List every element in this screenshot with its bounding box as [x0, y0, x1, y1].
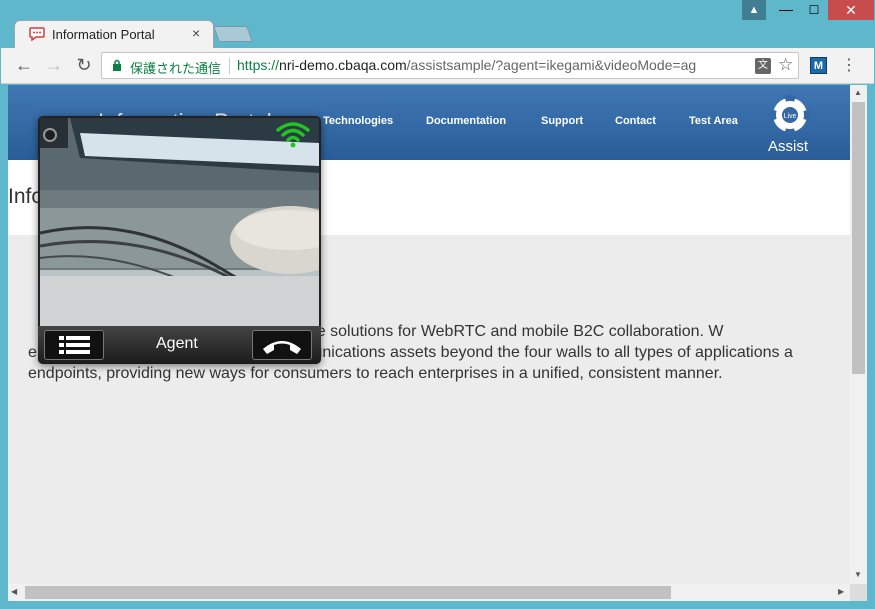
agent-video-widget[interactable]: Agent: [38, 116, 321, 364]
lock-icon: [113, 59, 121, 71]
url-host: nri-demo.cbaqa.com: [279, 57, 407, 73]
scroll-left-arrow-icon[interactable]: ◀: [11, 587, 17, 596]
scroll-up-arrow-icon[interactable]: ▲: [854, 88, 862, 97]
address-bar[interactable]: 保護された通信 https://nri-demo.cbaqa.com/assis…: [101, 52, 799, 79]
maximize-button[interactable]: ☐: [800, 0, 828, 20]
new-tab-button[interactable]: [213, 26, 253, 42]
agent-video-feed: [40, 118, 319, 326]
hangup-icon: [263, 341, 301, 354]
extension-icon[interactable]: M: [810, 57, 827, 74]
back-button[interactable]: ←: [13, 54, 35, 76]
browser-toolbar: ← → ↻ 保護された通信 https://nri-demo.cbaqa.com…: [1, 48, 874, 84]
nav-test-area[interactable]: Test Area: [689, 115, 738, 127]
scroll-right-arrow-icon[interactable]: ▶: [838, 587, 844, 596]
nav-technologies[interactable]: Technologies: [323, 115, 393, 127]
lifebuoy-icon[interactable]: Live: [770, 95, 810, 135]
reload-button[interactable]: ↻: [73, 54, 95, 76]
address-separator: [229, 58, 230, 74]
tab-close-icon[interactable]: ×: [192, 25, 200, 41]
nav-contact[interactable]: Contact: [615, 115, 656, 127]
browser-menu-icon[interactable]: ⋮: [841, 55, 857, 75]
horizontal-scroll-thumb[interactable]: [25, 586, 671, 599]
agent-label: Agent: [156, 335, 198, 352]
nav-documentation[interactable]: Documentation: [426, 115, 506, 127]
assist-label[interactable]: Assist: [768, 138, 808, 155]
scrollbar-corner: [850, 584, 867, 601]
vertical-scrollbar[interactable]: ▲ ▼: [850, 85, 867, 584]
agent-controls-bar: Agent: [38, 326, 321, 364]
tab-title: Information Portal: [52, 27, 155, 42]
vertical-scroll-thumb[interactable]: [852, 102, 865, 374]
translate-icon[interactable]: 文: [755, 58, 771, 74]
minimize-button[interactable]: —: [772, 0, 800, 20]
chat-bubble-icon: [29, 27, 45, 41]
assist-icon-text: Live: [784, 113, 797, 120]
horizontal-scrollbar[interactable]: ◀ ▶: [8, 584, 850, 601]
url-path: /assistsample/?agent=ikegami&videoMode=a…: [406, 57, 697, 73]
window-titlebar: Information Portal × ▲ — ☐ ✕: [0, 0, 875, 48]
user-profile-icon[interactable]: ▲: [742, 0, 766, 20]
menu-list-button[interactable]: [44, 330, 104, 360]
body-line-3: endpoints, providing new ways for consum…: [28, 365, 723, 382]
forward-button[interactable]: →: [43, 54, 65, 76]
url-scheme: https://: [237, 57, 280, 73]
tab-information-portal[interactable]: Information Portal ×: [14, 20, 214, 48]
secure-label: 保護された通信: [130, 61, 222, 76]
signal-strength-icon: [276, 122, 310, 148]
hangup-button[interactable]: [252, 330, 312, 360]
nav-support[interactable]: Support: [541, 115, 583, 127]
list-icon: [59, 336, 90, 354]
url-text[interactable]: https://nri-demo.cbaqa.com/assistsample/…: [237, 57, 749, 73]
bookmark-star-icon[interactable]: ☆: [778, 55, 793, 75]
scroll-down-arrow-icon[interactable]: ▼: [854, 570, 862, 579]
close-window-button[interactable]: ✕: [828, 0, 874, 20]
